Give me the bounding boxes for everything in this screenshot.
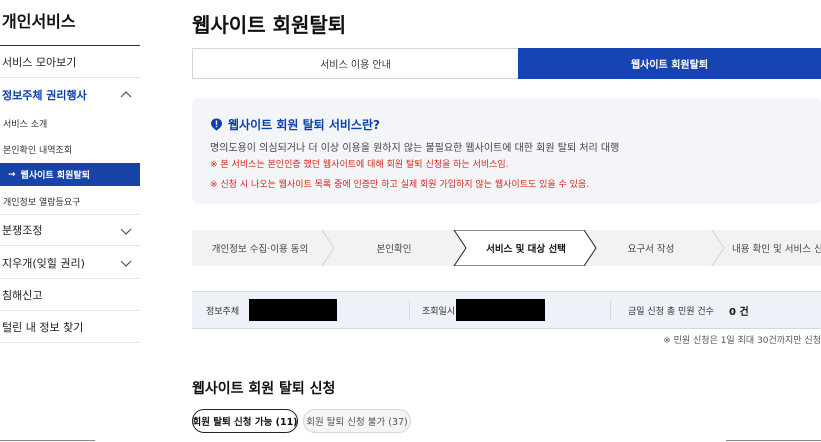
bottom-divider — [726, 440, 821, 441]
info-panel: 웹사이트 회원 탈퇴 서비스란? 명의도용이 의심되거나 더 이상 이용을 원하… — [192, 98, 821, 204]
info-note: ※ 본 서비스는 본인인증 했던 웹사이트에 대해 회원 탈퇴 신청을 하는 서… — [210, 160, 509, 170]
step-identity-check: 본인확인 — [328, 230, 460, 266]
chevron-up-icon — [120, 91, 132, 98]
sidebar-item-label: 털린 내 정보 찾기 — [2, 320, 84, 334]
sidebar-item-dispute-mediation[interactable]: 분쟁조정 — [0, 214, 140, 246]
step-label: 요구서 작성 — [627, 244, 675, 255]
tab-bar: 서비스 이용 안내 웹사이트 회원탈퇴 — [192, 48, 821, 79]
filter-label: 회원 탈퇴 신청 가능 (11) — [192, 417, 298, 428]
progress-steps: 개인정보 수집·이용 동의 본인확인 서비스 및 대상 선택 요구서 작성 내용… — [192, 230, 821, 266]
filter-available-button[interactable]: 회원 탈퇴 신청 가능 (11) — [192, 409, 298, 433]
sidebar-item-service-overview[interactable]: 서비스 모아보기 — [0, 46, 140, 78]
step-service-selection: 서비스 및 대상 선택 — [462, 230, 590, 266]
sidebar-subitem-label: 웹사이트 회원탈퇴 — [20, 171, 90, 181]
sidebar-subitem-label: 서비스 소개 — [3, 119, 48, 130]
sidebar-item-label: 정보주체 권리행사 — [2, 89, 87, 102]
redacted-time — [456, 299, 545, 321]
status-divider — [409, 300, 410, 320]
step-request-form: 요구서 작성 — [590, 230, 712, 266]
sidebar-subitem-identity-history[interactable]: 본인확인 내역조회 — [0, 138, 140, 160]
info-note: ※ 신청 시 나오는 웹사이트 목록 중에 인증만 하고 실제 회원 가입하지 … — [210, 180, 590, 190]
sidebar-item-rights-exercise[interactable]: 정보주체 권리행사 — [0, 79, 140, 111]
time-label: 조회일시 — [422, 306, 456, 317]
subject-label: 정보주체 — [206, 306, 240, 317]
step-confirm-apply: 내용 확인 및 서비스 신청 — [724, 230, 821, 266]
sidebar-subitem-website-withdrawal[interactable]: → 웹사이트 회원탈퇴 — [0, 163, 140, 186]
chevron-down-icon — [120, 228, 132, 235]
sidebar-item-label: 서비스 모아보기 — [2, 55, 77, 69]
sidebar-item-label: 분쟁조정 — [2, 224, 43, 237]
step-label: 개인정보 수집·이용 동의 — [211, 244, 309, 255]
sidebar-item-label: 지우개(잊힐 권리) — [2, 256, 85, 270]
arrow-right-icon: → — [8, 169, 16, 180]
limit-footnote: ※ 민원 신청은 1일 최대 30건까지만 신청 — [663, 336, 821, 346]
step-label: 서비스 및 대상 선택 — [486, 244, 566, 255]
status-bar: 정보주체 조회일시 금일 신청 총 민원 건수 0 건 — [192, 291, 821, 329]
sidebar-item-infringement-report[interactable]: 침해신고 — [0, 279, 140, 311]
info-pin-icon — [211, 118, 222, 131]
sidebar-item-label: 침해신고 — [2, 288, 43, 302]
sidebar: 개인서비스 서비스 모아보기 정보주체 권리행사 서비스 소개 본인확인 내역조… — [0, 0, 140, 442]
filter-label: 회원 탈퇴 신청 불가 (37) — [306, 417, 408, 428]
step-label: 내용 확인 및 서비스 신청 — [732, 244, 821, 255]
section-title: 웹사이트 회원 탈퇴 신청 — [192, 381, 336, 397]
sidebar-item-leaked-info-search[interactable]: 털린 내 정보 찾기 — [0, 311, 140, 343]
sidebar-subitem-service-intro[interactable]: 서비스 소개 — [0, 112, 140, 134]
sidebar-subitem-info-access-request[interactable]: 개인정보 열람등요구 — [0, 190, 140, 212]
status-divider — [610, 300, 611, 320]
count-value: 0 건 — [729, 306, 749, 318]
sidebar-subitem-label: 본인확인 내역조회 — [3, 145, 73, 156]
bottom-divider — [0, 440, 95, 441]
sidebar-item-eraser[interactable]: 지우개(잊힐 권리) — [0, 247, 140, 279]
tab-website-withdrawal[interactable]: 웹사이트 회원탈퇴 — [518, 48, 821, 79]
filter-unavailable-button[interactable]: 회원 탈퇴 신청 불가 (37) — [303, 409, 411, 433]
tab-label: 서비스 이용 안내 — [320, 60, 391, 71]
count-label: 금일 신청 총 민원 건수 — [628, 306, 714, 317]
page-title: 웹사이트 회원탈퇴 — [192, 13, 347, 37]
info-description: 명의도용이 의심되거나 더 이상 이용을 원하지 않는 불필요한 웹사이트에 대… — [210, 143, 620, 154]
chevron-down-icon — [120, 260, 132, 267]
sidebar-title: 개인서비스 — [2, 12, 76, 31]
redacted-subject — [249, 299, 337, 321]
tab-label: 웹사이트 회원탈퇴 — [630, 60, 709, 71]
step-label: 본인확인 — [376, 244, 412, 255]
tab-service-guide[interactable]: 서비스 이용 안내 — [192, 48, 518, 79]
info-heading-text: 웹사이트 회원 탈퇴 서비스란? — [228, 118, 380, 132]
sidebar-subitem-label: 개인정보 열람등요구 — [3, 197, 81, 208]
info-heading: 웹사이트 회원 탈퇴 서비스란? — [210, 116, 380, 133]
step-consent: 개인정보 수집·이용 동의 — [192, 230, 328, 266]
